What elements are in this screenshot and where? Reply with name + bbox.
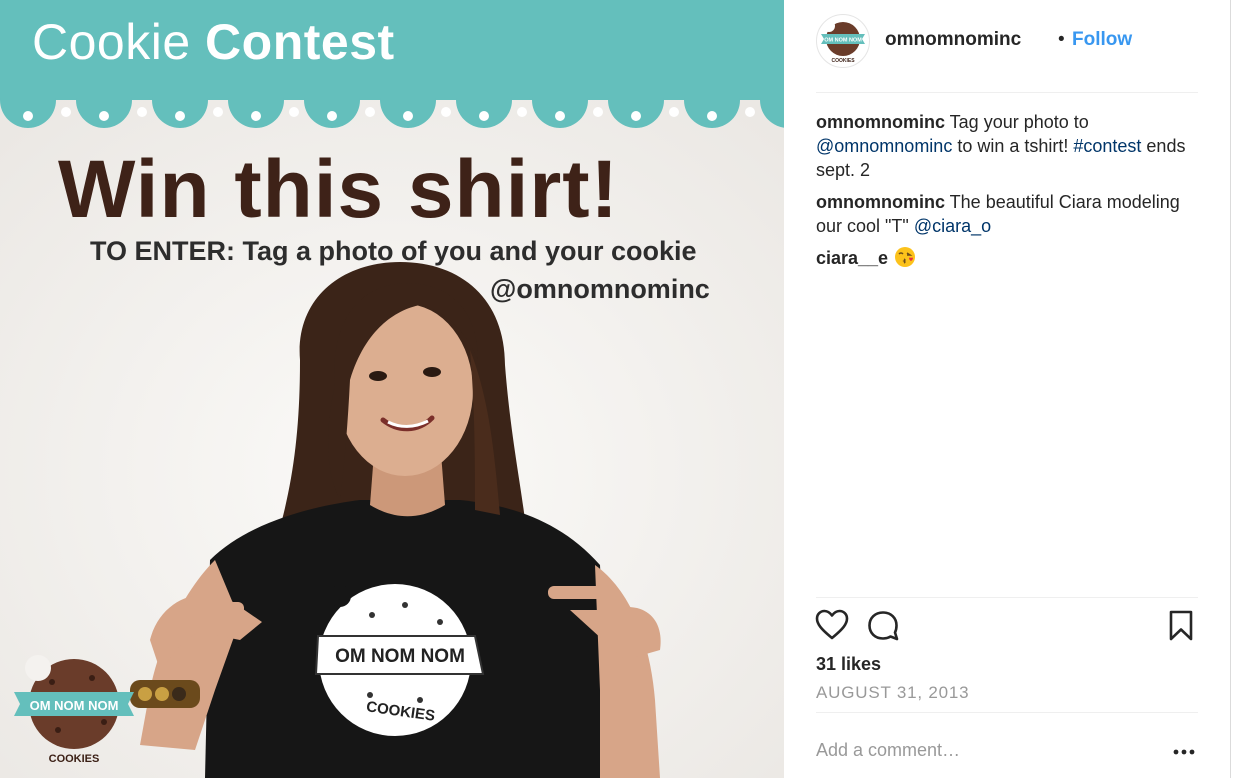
entry-handle: @omnomnominc xyxy=(490,274,710,304)
window-edge-divider xyxy=(1230,0,1231,778)
comment-text: to win a tshirt! xyxy=(952,136,1074,156)
avatar[interactable]: OM NOM NOM COOKIES xyxy=(816,14,870,68)
heart-icon[interactable] xyxy=(815,609,849,641)
comment-bubble-icon[interactable] xyxy=(867,610,901,642)
banner-title-bold: Contest xyxy=(205,14,395,70)
header-username[interactable]: omnomnominc xyxy=(885,29,1021,51)
post-image[interactable]: Cookie Contest Win this shirt! TO ENTER:… xyxy=(0,0,784,778)
bookmark-icon[interactable] xyxy=(1168,610,1194,642)
actions-divider xyxy=(816,597,1198,598)
entry-instructions: TO ENTER: Tag a photo of you and your co… xyxy=(90,236,697,266)
corner-logo-sub: COOKIES xyxy=(49,753,100,765)
header-divider xyxy=(816,92,1198,93)
comment-mention[interactable]: @ciara_o xyxy=(914,216,991,236)
kissing-face-emoji-icon xyxy=(895,247,916,267)
comment-item: omnomnominc Tag your photo to @omnomnomi… xyxy=(816,110,1196,182)
banner-title-light: Cookie xyxy=(32,14,191,70)
comment-text: Tag your photo to xyxy=(945,112,1089,132)
corner-logo-text: OM NOM NOM xyxy=(30,698,119,713)
comment-mention[interactable]: @omnomnominc xyxy=(816,136,952,156)
comment-username[interactable]: ciara__e xyxy=(816,248,888,268)
input-divider xyxy=(816,712,1198,713)
post-sidebar: OM NOM NOM COOKIES omnomnominc • Follow … xyxy=(784,0,1230,778)
comment-item: ciara__e xyxy=(816,246,1196,270)
comment-username[interactable]: omnomnominc xyxy=(816,112,945,132)
avatar-sub: COOKIES xyxy=(831,58,855,64)
comment-hashtag[interactable]: #contest xyxy=(1073,136,1141,156)
banner-title: Cookie Contest xyxy=(32,12,395,72)
comment-username[interactable]: omnomnominc xyxy=(816,192,945,212)
header-separator: • xyxy=(1058,29,1065,50)
comments-list: omnomnominc Tag your photo to @omnomnomi… xyxy=(816,110,1196,278)
contest-banner: Cookie Contest xyxy=(0,0,784,96)
follow-button[interactable]: Follow xyxy=(1072,29,1132,51)
banner-scallop-edge xyxy=(0,96,784,128)
avatar-logo: OM NOM NOM COOKIES xyxy=(821,20,865,64)
headline: Win this shirt! xyxy=(58,144,619,235)
comment-input[interactable] xyxy=(816,736,1156,764)
more-options-icon[interactable] xyxy=(1172,742,1196,762)
likes-count[interactable]: 31 likes xyxy=(816,654,881,675)
post-header: OM NOM NOM COOKIES omnomnominc • Follow xyxy=(816,14,1198,70)
brand-logo-corner: OM NOM NOM COOKIES xyxy=(14,655,134,765)
comment-item: omnomnominc The beautiful Ciara modeling… xyxy=(816,190,1196,238)
post-date: AUGUST 31, 2013 xyxy=(816,683,970,702)
avatar-text: OM NOM NOM xyxy=(824,38,862,44)
